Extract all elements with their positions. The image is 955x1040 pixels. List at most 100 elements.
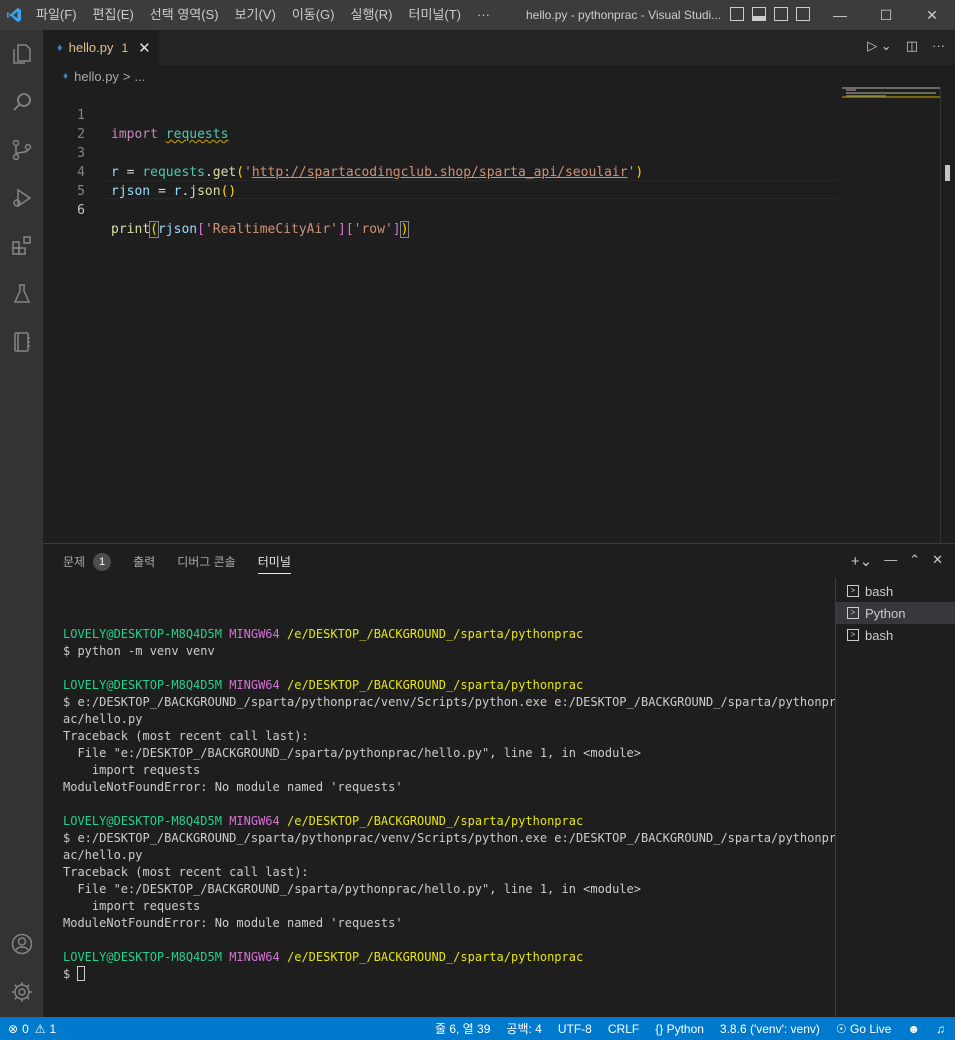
source-control-icon[interactable] — [0, 126, 43, 174]
minimap[interactable] — [842, 87, 940, 177]
terminal-line: LOVELY@DESKTOP-M8Q4D5M MINGW64 /e/DESKTO… — [63, 677, 835, 694]
settings-gear-icon[interactable] — [0, 968, 43, 1016]
tab-debug-console[interactable]: 디버그 콘솔 — [177, 544, 236, 580]
token: ) — [399, 221, 410, 238]
token: ( — [149, 221, 159, 238]
cursor-position[interactable]: 줄 6, 열 39 — [435, 1020, 490, 1037]
notebook-icon[interactable] — [0, 318, 43, 366]
breadcrumb: ♦ hello.py > ... — [43, 65, 955, 87]
terminal-icon: > — [847, 585, 859, 597]
explorer-icon[interactable] — [0, 30, 43, 78]
title-bar: 파일(F) 편집(E) 선택 영역(S) 보기(V) 이동(G) 실행(R) 터… — [0, 0, 955, 30]
kill-terminal-icon[interactable]: — — [884, 552, 897, 570]
terminal-output[interactable]: LOVELY@DESKTOP-M8Q4D5M MINGW64 /e/DESKTO… — [63, 609, 836, 1009]
token: ] — [338, 222, 346, 237]
notifications-bell-icon[interactable]: ♫ — [936, 1022, 945, 1036]
warning-count: 1 — [49, 1021, 57, 1036]
tab-problems[interactable]: 문제 1 — [63, 544, 112, 580]
prompt-user: LOVELY@DESKTOP-M8Q4D5M — [63, 814, 222, 828]
vscode-logo-icon — [0, 0, 28, 30]
minimize-icon[interactable]: — — [817, 0, 863, 30]
line-number: 6 — [77, 203, 85, 218]
toggle-sidebar-icon[interactable] — [730, 7, 744, 21]
menu-run[interactable]: 실행(R) — [343, 0, 401, 30]
code-editor[interactable]: 1 import requests 2 3 r = requests.get('… — [43, 87, 955, 543]
prompt-shell: MINGW64 — [229, 814, 280, 828]
close-panel-icon[interactable]: ✕ — [932, 552, 943, 570]
indentation[interactable]: 공백: 4 — [506, 1020, 541, 1037]
prompt-user: LOVELY@DESKTOP-M8Q4D5M — [63, 950, 222, 964]
terminal-item-label: Python — [865, 605, 906, 621]
terminal-line: LOVELY@DESKTOP-M8Q4D5M MINGW64 /e/DESKTO… — [63, 626, 835, 643]
maximize-panel-icon[interactable]: ⌃ — [909, 552, 920, 570]
broadcast-icon: ☉ — [835, 1021, 847, 1036]
close-window-icon[interactable]: ✕ — [909, 0, 955, 30]
panel-actions: +⌄ — ⌃ ✕ — [851, 552, 943, 570]
warning-icon: ⚠ — [34, 1021, 46, 1036]
menu-file[interactable]: 파일(F) — [28, 0, 85, 30]
terminal-line: Traceback (most recent call last): — [63, 729, 309, 743]
run-debug-icon[interactable] — [0, 174, 43, 222]
code-line: 2 — [43, 106, 838, 142]
token: rjson — [157, 222, 198, 237]
panel-tabs: 문제 1 출력 디버그 콘솔 터미널 — [63, 544, 313, 580]
menu-more[interactable]: ··· — [469, 0, 498, 30]
tab-output[interactable]: 출력 — [133, 544, 155, 580]
problems-status[interactable]: ⊗ 0 ⚠ 1 — [0, 1022, 56, 1036]
run-python-file-icon[interactable]: ▷ ⌄ — [867, 38, 892, 54]
breadcrumb-file[interactable]: hello.py — [74, 69, 119, 84]
terminal-icon: > — [847, 629, 859, 641]
account-icon[interactable] — [0, 920, 43, 968]
extensions-icon[interactable] — [0, 222, 43, 270]
editor-scrollbar[interactable] — [940, 87, 954, 543]
prompt-shell: MINGW64 — [229, 627, 280, 641]
editor-tabs: ♦ hello.py 1 ✕ ▷ ⌄ ◫ ··· — [43, 30, 955, 65]
tab-terminal[interactable]: 터미널 — [257, 550, 291, 574]
python-interpreter[interactable]: 3.8.6 ('venv': venv) — [720, 1022, 820, 1036]
maximize-icon[interactable]: ☐ — [863, 0, 909, 30]
breadcrumb-separator: > — [122, 68, 131, 84]
search-icon[interactable] — [0, 78, 43, 126]
menu-edit[interactable]: 편집(E) — [85, 0, 142, 30]
more-actions-icon[interactable]: ··· — [932, 38, 945, 54]
prompt-symbol: $ — [63, 967, 78, 981]
prompt-user: LOVELY@DESKTOP-M8Q4D5M — [63, 678, 222, 692]
tab-hello-py[interactable]: ♦ hello.py 1 ✕ — [43, 30, 159, 65]
customize-layout-icon[interactable] — [796, 7, 810, 21]
terminal-line: import requests — [63, 763, 201, 777]
menu-view[interactable]: 보기(V) — [227, 0, 284, 30]
error-icon: ⊗ — [8, 1021, 19, 1036]
menu-bar: 파일(F) 편집(E) 선택 영역(S) 보기(V) 이동(G) 실행(R) 터… — [28, 0, 498, 30]
new-terminal-icon[interactable]: +⌄ — [851, 552, 872, 570]
terminal-item-bash[interactable]: > bash — [836, 624, 955, 646]
terminal-item-bash[interactable]: > bash — [836, 580, 955, 602]
terminal-line: ac/hello.py — [63, 712, 143, 726]
terminal-item-label: bash — [865, 627, 894, 643]
toggle-panel-icon[interactable] — [752, 7, 766, 21]
activity-bar — [0, 30, 43, 1017]
breadcrumb-symbols[interactable]: ... — [135, 69, 146, 84]
close-icon[interactable]: ✕ — [138, 39, 151, 57]
terminal-line: Traceback (most recent call last): — [63, 865, 309, 879]
toggle-secondary-sidebar-icon[interactable] — [774, 7, 788, 21]
prompt-shell: MINGW64 — [229, 950, 280, 964]
code-line: 4 rjson = r.json() — [43, 144, 838, 199]
status-right: 줄 6, 열 39 공백: 4 UTF-8 CRLF {} Python 3.8… — [435, 1017, 945, 1040]
menu-terminal[interactable]: 터미널(T) — [400, 0, 468, 30]
feedback-icon[interactable]: ☻ — [907, 1022, 920, 1036]
language-mode[interactable]: {} Python — [655, 1022, 704, 1036]
prompt-path: /e/DESKTOP_/BACKGROUND_/sparta/pythonpra… — [287, 950, 584, 964]
testing-icon[interactable] — [0, 270, 43, 318]
token: ] — [392, 222, 401, 237]
split-editor-icon[interactable]: ◫ — [906, 38, 918, 54]
go-live-button[interactable]: ☉ Go Live — [836, 1022, 891, 1036]
menu-selection[interactable]: 선택 영역(S) — [142, 0, 227, 30]
terminal-item-python[interactable]: > Python — [836, 602, 955, 624]
menu-go[interactable]: 이동(G) — [284, 0, 343, 30]
end-of-line[interactable]: CRLF — [608, 1022, 639, 1036]
encoding[interactable]: UTF-8 — [558, 1022, 592, 1036]
go-live-label: Go Live — [850, 1021, 892, 1036]
